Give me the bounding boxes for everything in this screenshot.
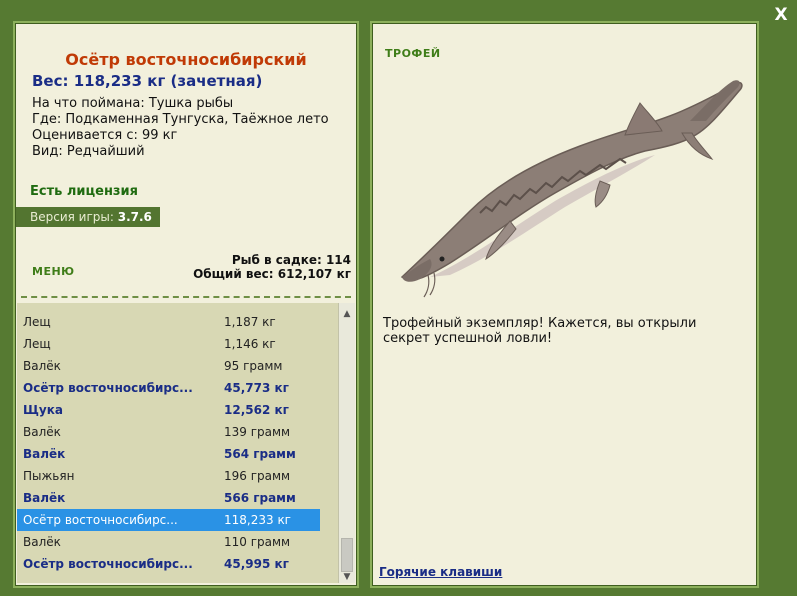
fish-eye (439, 256, 445, 262)
tail-lower (681, 132, 714, 160)
fish-list-row[interactable]: Валёк 564 грамм (17, 443, 320, 465)
bait-info: На что поймана: Тушка рыбы (32, 96, 234, 111)
fish-list-row[interactable]: Осётр восточносибирс... 45,773 кг (17, 377, 320, 399)
catch-details-panel: Осётр восточносибирский Вес: 118,233 кг … (13, 21, 359, 588)
fish-list-row[interactable]: Валёк 110 грамм (17, 531, 320, 553)
fish-row-name: Осётр восточносибирс... (23, 513, 178, 527)
fish-row-name: Валёк (23, 359, 61, 373)
fish-body (400, 81, 743, 281)
fish-list-row[interactable]: Валёк 566 грамм (17, 487, 320, 509)
fish-row-weight: 1,187 кг (224, 315, 276, 329)
version-label: Версия игры: (30, 210, 114, 224)
fish-row-name: Валёк (23, 491, 66, 505)
fish-row-weight: 566 грамм (224, 491, 296, 505)
fish-row-name: Осётр восточносибирс... (23, 381, 193, 395)
fish-row-weight: 196 грамм (224, 469, 291, 483)
fish-row-name: Валёк (23, 447, 66, 461)
fish-row-weight: 45,773 кг (224, 381, 289, 395)
license-status: Есть лицензия (30, 184, 138, 199)
fish-row-weight: 95 грамм (224, 359, 283, 373)
arrow-down-icon[interactable]: ▼ (339, 569, 355, 585)
fish-list-row[interactable]: Щука 12,562 кг (17, 399, 320, 421)
fish-row-name: Валёк (23, 535, 61, 549)
list-scrollbar[interactable]: ▲ ▼ (338, 303, 355, 583)
hotkeys-link[interactable]: Горячие клавиши (379, 565, 502, 579)
fish-list-row[interactable]: Осётр восточносибирс... 45,995 кг (17, 553, 320, 575)
location-info: Где: Подкаменная Тунгуска, Таёжное лето (32, 112, 329, 127)
game-version: Версия игры: 3.7.6 (16, 207, 160, 227)
fish-row-weight: 110 грамм (224, 535, 291, 549)
rarity-info: Вид: Редчайший (32, 144, 145, 159)
arrow-up-icon[interactable]: ▲ (339, 306, 355, 322)
fish-list-row[interactable]: Валёк 139 грамм (17, 421, 320, 443)
trophy-panel: ТРОФЕЙ Трофейный экземпляр! Кажется, вы … (370, 21, 759, 588)
close-button[interactable]: X (771, 5, 791, 25)
fish-row-weight: 564 грамм (224, 447, 296, 461)
fish-row-name: Лещ (23, 315, 51, 329)
fish-row-weight: 12,562 кг (224, 403, 289, 417)
fish-row-name: Щука (23, 403, 63, 417)
menu-button[interactable]: МЕНЮ (32, 265, 75, 278)
fish-count: Рыб в садке: 114 (231, 253, 351, 267)
value-info: Оценивается с: 99 кг (32, 128, 178, 143)
fish-weight: Вес: 118,233 кг (зачетная) (32, 72, 263, 90)
fish-row-name: Осётр восточносибирс... (23, 557, 193, 571)
fish-list-row[interactable]: Лещ 1,146 кг (17, 333, 320, 355)
version-value: 3.7.6 (117, 210, 152, 224)
sturgeon-illustration (400, 80, 743, 298)
fish-list-row[interactable]: Валёк 95 грамм (17, 355, 320, 377)
fish-list-row[interactable]: Лещ 1,187 кг (17, 311, 320, 333)
dorsal-fin (624, 102, 663, 136)
total-weight: Общий вес: 612,107 кг (193, 267, 351, 281)
fish-row-weight: 139 грамм (224, 425, 291, 439)
fish-row-name: Лещ (23, 337, 51, 351)
fish-name: Осётр восточносибирский (65, 50, 307, 69)
fish-list-row[interactable]: Пыжьян 196 грамм (17, 465, 320, 487)
divider (21, 296, 351, 298)
fish-row-name: Пыжьян (23, 469, 75, 483)
catch-stats: Рыб в садке: 114 Общий вес: 612,107 кг (193, 253, 351, 281)
fish-row-name: Валёк (23, 425, 61, 439)
trophy-description: Трофейный экземпляр! Кажется, вы открыли… (383, 316, 697, 346)
fish-row-weight: 45,995 кг (224, 557, 289, 571)
fish-row-weight: 118,233 кг (224, 513, 291, 527)
fish-list[interactable]: Лещ 1,187 кг Лещ 1,146 кг Валёк 95 грамм Осётр… (17, 303, 338, 583)
scroll-thumb[interactable] (341, 538, 353, 572)
fish-row-weight: 1,146 кг (224, 337, 276, 351)
fish-list-row[interactable]: Осётр восточносибирс... 118,233 кг (17, 509, 320, 531)
